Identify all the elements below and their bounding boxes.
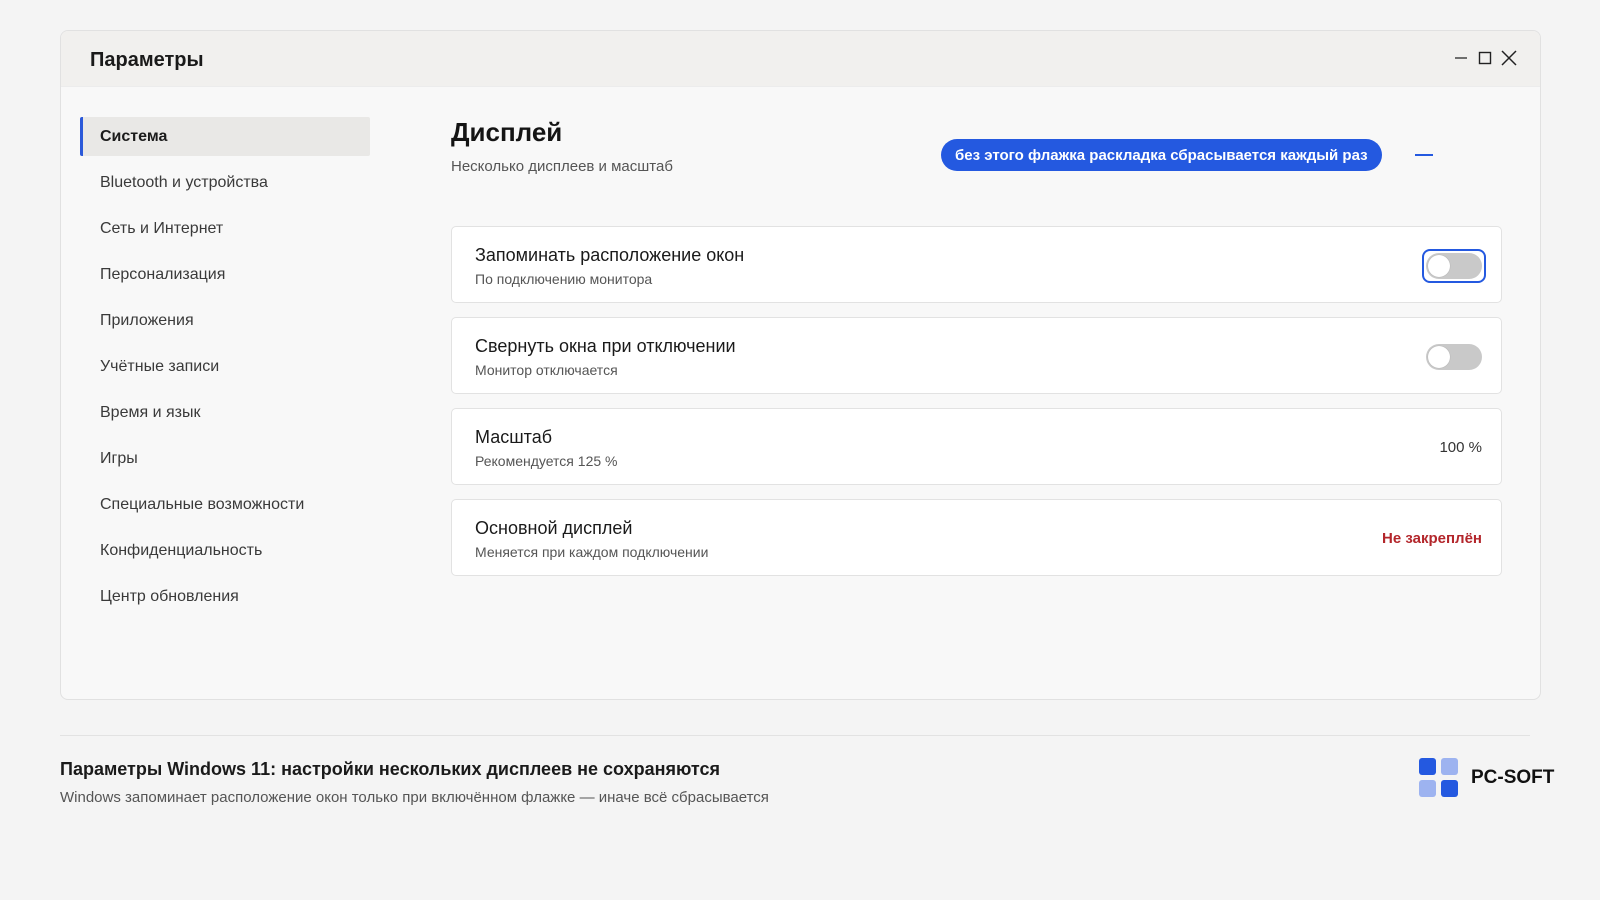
setting-title: Масштаб bbox=[475, 427, 553, 447]
setting-description: Меняется при каждом подключении bbox=[475, 544, 709, 560]
brand-name: PC-SOFT bbox=[1471, 767, 1555, 788]
scale-value[interactable]: 100 % bbox=[1439, 439, 1482, 456]
toggle-track bbox=[1426, 253, 1482, 279]
sidebar-item-bluetooth[interactable]: Bluetooth и устройства bbox=[80, 163, 370, 202]
maximize-icon[interactable] bbox=[1476, 49, 1494, 67]
setting-card-remember-windows[interactable]: Запоминать расположение окон По подключе… bbox=[451, 226, 1502, 303]
sidebar-item-update[interactable]: Центр обновления bbox=[80, 577, 370, 616]
sidebar-item-time-language[interactable]: Время и язык bbox=[80, 393, 370, 432]
caption-subtitle: Windows запоминает расположение окон тол… bbox=[60, 789, 769, 806]
setting-title: Свернуть окна при отключении bbox=[475, 336, 736, 356]
settings-list: Запоминать расположение окон По подключе… bbox=[451, 226, 1502, 590]
sidebar-item-accessibility[interactable]: Специальные возможности bbox=[80, 485, 370, 524]
setting-card-scale[interactable]: Масштаб Рекомендуется 125 % 100 % bbox=[451, 408, 1502, 485]
setting-description: По подключению монитора bbox=[475, 271, 653, 287]
brand-logo: PC-SOFT bbox=[1419, 758, 1554, 798]
sidebar-item-system[interactable]: Система bbox=[80, 117, 370, 156]
setting-card-minimize-windows[interactable]: Свернуть окна при отключении Монитор отк… bbox=[451, 317, 1502, 394]
setting-title: Основной дисплей bbox=[475, 518, 633, 538]
callout-pointer bbox=[1415, 154, 1433, 156]
sidebar-item-apps[interactable]: Приложения bbox=[80, 301, 370, 340]
sidebar-item-gaming[interactable]: Игры bbox=[80, 439, 370, 478]
minimize-icon[interactable] bbox=[1452, 49, 1470, 67]
minimize-windows-toggle[interactable] bbox=[1422, 340, 1486, 374]
remember-windows-toggle[interactable] bbox=[1422, 249, 1486, 283]
window-title: Параметры bbox=[90, 49, 204, 71]
caption-title: Параметры Windows 11: настройки нескольк… bbox=[60, 759, 720, 779]
setting-description: Монитор отключается bbox=[475, 362, 618, 378]
toggle-knob bbox=[1428, 346, 1450, 368]
main-panel: Дисплей Несколько дисплеев и масштаб без… bbox=[451, 117, 1502, 576]
brand-grid-icon bbox=[1419, 758, 1459, 798]
sidebar-item-network[interactable]: Сеть и Интернет bbox=[80, 209, 370, 248]
close-icon[interactable] bbox=[1500, 49, 1518, 67]
title-bar: Параметры bbox=[61, 31, 1540, 87]
annotation-callout: без этого флажка раскладка сбрасывается … bbox=[941, 139, 1382, 171]
sidebar-item-accounts[interactable]: Учётные записи bbox=[80, 347, 370, 386]
primary-display-status: Не закреплён bbox=[1382, 530, 1482, 547]
sidebar-nav: Система Bluetooth и устройства Сеть и Ин… bbox=[80, 117, 370, 623]
setting-title: Запоминать расположение окон bbox=[475, 245, 745, 265]
footer-divider bbox=[60, 735, 1530, 736]
sidebar-item-personalization[interactable]: Персонализация bbox=[80, 255, 370, 294]
sidebar-item-privacy[interactable]: Конфиденциальность bbox=[80, 531, 370, 570]
setting-description: Рекомендуется 125 % bbox=[475, 453, 618, 469]
window-controls bbox=[1452, 49, 1518, 67]
settings-window: Параметры Система Bluetooth и устройства… bbox=[60, 30, 1541, 700]
toggle-track bbox=[1426, 344, 1482, 370]
toggle-knob bbox=[1428, 255, 1450, 277]
setting-card-primary-display[interactable]: Основной дисплей Меняется при каждом под… bbox=[451, 499, 1502, 576]
